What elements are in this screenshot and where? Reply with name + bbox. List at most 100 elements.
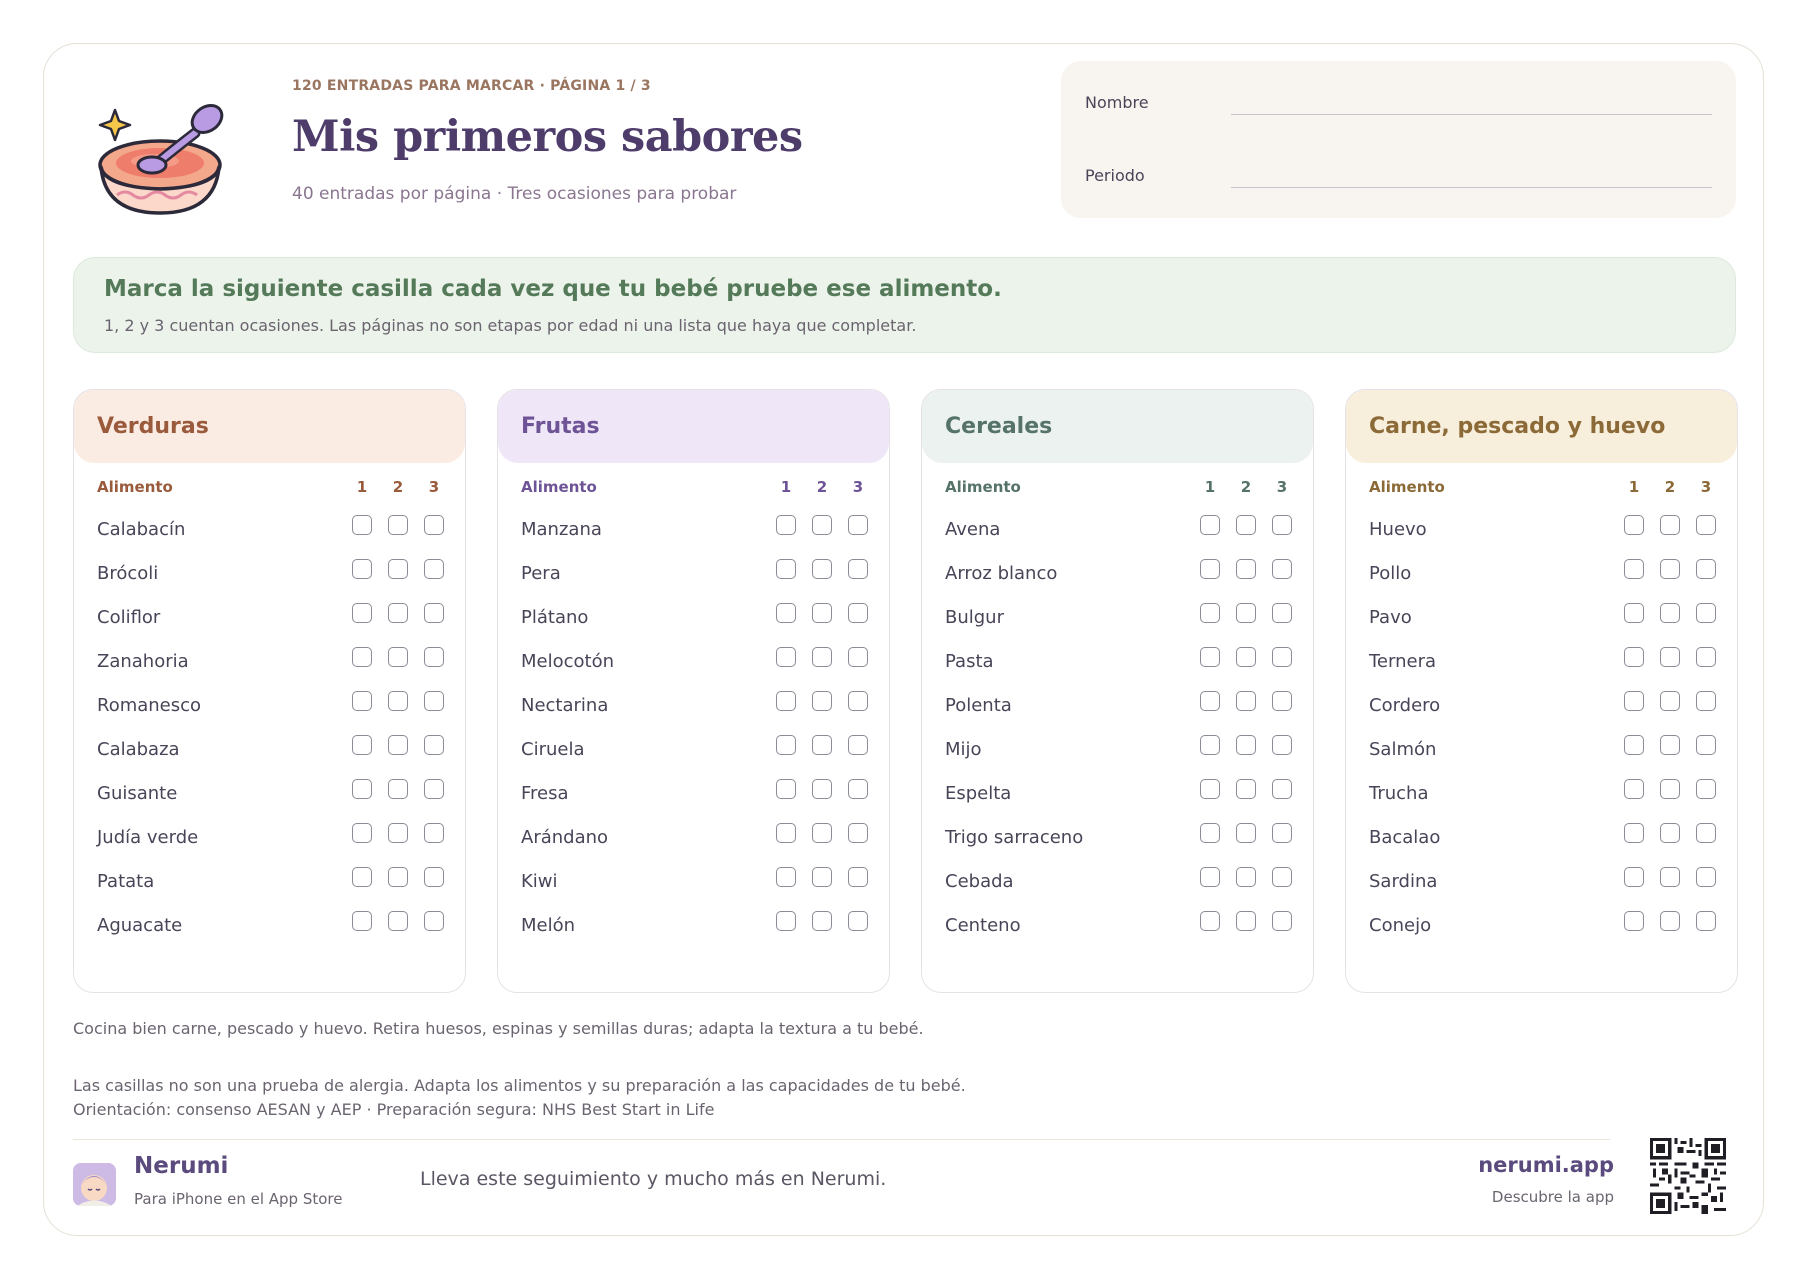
tasting-checkbox-1[interactable] (1624, 647, 1644, 667)
tasting-checkbox-2[interactable] (1236, 603, 1256, 623)
tasting-checkbox-2[interactable] (812, 911, 832, 931)
tasting-checkbox-1[interactable] (776, 515, 796, 535)
tasting-checkbox-2[interactable] (388, 515, 408, 535)
tasting-checkbox-2[interactable] (1660, 779, 1680, 799)
tasting-checkbox-3[interactable] (424, 515, 444, 535)
tasting-checkbox-1[interactable] (1624, 559, 1644, 579)
tasting-checkbox-1[interactable] (352, 559, 372, 579)
tasting-checkbox-1[interactable] (1200, 867, 1220, 887)
tasting-checkbox-2[interactable] (1236, 823, 1256, 843)
tasting-checkbox-2[interactable] (1236, 691, 1256, 711)
tasting-checkbox-1[interactable] (352, 735, 372, 755)
tasting-checkbox-3[interactable] (1272, 603, 1292, 623)
tasting-checkbox-1[interactable] (352, 691, 372, 711)
tasting-checkbox-3[interactable] (848, 867, 868, 887)
tasting-checkbox-3[interactable] (1272, 867, 1292, 887)
tasting-checkbox-2[interactable] (812, 647, 832, 667)
site-link[interactable]: nerumi.app (1478, 1153, 1614, 1177)
tasting-checkbox-1[interactable] (776, 647, 796, 667)
tasting-checkbox-3[interactable] (1696, 603, 1716, 623)
tasting-checkbox-3[interactable] (1272, 911, 1292, 931)
tasting-checkbox-1[interactable] (1624, 911, 1644, 931)
tasting-checkbox-2[interactable] (388, 735, 408, 755)
tasting-checkbox-1[interactable] (352, 647, 372, 667)
tasting-checkbox-3[interactable] (1696, 823, 1716, 843)
tasting-checkbox-1[interactable] (1624, 603, 1644, 623)
tasting-checkbox-3[interactable] (1272, 647, 1292, 667)
tasting-checkbox-2[interactable] (812, 735, 832, 755)
tasting-checkbox-3[interactable] (848, 691, 868, 711)
tasting-checkbox-3[interactable] (424, 691, 444, 711)
tasting-checkbox-1[interactable] (776, 779, 796, 799)
tasting-checkbox-2[interactable] (812, 823, 832, 843)
tasting-checkbox-1[interactable] (776, 559, 796, 579)
name-field[interactable] (1231, 114, 1712, 115)
tasting-checkbox-1[interactable] (776, 603, 796, 623)
tasting-checkbox-2[interactable] (1660, 691, 1680, 711)
tasting-checkbox-2[interactable] (812, 691, 832, 711)
tasting-checkbox-2[interactable] (1660, 559, 1680, 579)
tasting-checkbox-3[interactable] (848, 647, 868, 667)
tasting-checkbox-2[interactable] (812, 559, 832, 579)
tasting-checkbox-1[interactable] (352, 515, 372, 535)
tasting-checkbox-1[interactable] (776, 823, 796, 843)
tasting-checkbox-2[interactable] (1660, 603, 1680, 623)
tasting-checkbox-1[interactable] (352, 779, 372, 799)
tasting-checkbox-1[interactable] (776, 735, 796, 755)
tasting-checkbox-2[interactable] (1660, 647, 1680, 667)
tasting-checkbox-2[interactable] (1236, 867, 1256, 887)
tasting-checkbox-1[interactable] (1200, 735, 1220, 755)
tasting-checkbox-3[interactable] (1696, 647, 1716, 667)
tasting-checkbox-3[interactable] (424, 867, 444, 887)
tasting-checkbox-3[interactable] (1696, 911, 1716, 931)
tasting-checkbox-2[interactable] (388, 647, 408, 667)
tasting-checkbox-3[interactable] (1696, 515, 1716, 535)
tasting-checkbox-1[interactable] (776, 867, 796, 887)
tasting-checkbox-2[interactable] (1660, 867, 1680, 887)
tasting-checkbox-2[interactable] (812, 867, 832, 887)
tasting-checkbox-1[interactable] (1200, 911, 1220, 931)
tasting-checkbox-1[interactable] (776, 691, 796, 711)
tasting-checkbox-2[interactable] (1236, 735, 1256, 755)
tasting-checkbox-2[interactable] (1236, 647, 1256, 667)
tasting-checkbox-1[interactable] (1624, 735, 1644, 755)
tasting-checkbox-1[interactable] (352, 603, 372, 623)
tasting-checkbox-1[interactable] (1624, 867, 1644, 887)
tasting-checkbox-1[interactable] (1200, 823, 1220, 843)
tasting-checkbox-2[interactable] (1236, 779, 1256, 799)
tasting-checkbox-3[interactable] (848, 603, 868, 623)
tasting-checkbox-2[interactable] (812, 603, 832, 623)
tasting-checkbox-3[interactable] (424, 735, 444, 755)
tasting-checkbox-3[interactable] (424, 911, 444, 931)
tasting-checkbox-3[interactable] (1696, 779, 1716, 799)
tasting-checkbox-2[interactable] (1660, 515, 1680, 535)
tasting-checkbox-3[interactable] (424, 647, 444, 667)
tasting-checkbox-3[interactable] (424, 779, 444, 799)
period-field[interactable] (1231, 187, 1712, 188)
tasting-checkbox-1[interactable] (776, 911, 796, 931)
tasting-checkbox-3[interactable] (1272, 691, 1292, 711)
tasting-checkbox-3[interactable] (848, 735, 868, 755)
tasting-checkbox-2[interactable] (1236, 911, 1256, 931)
tasting-checkbox-2[interactable] (1236, 515, 1256, 535)
tasting-checkbox-2[interactable] (388, 559, 408, 579)
tasting-checkbox-1[interactable] (1624, 779, 1644, 799)
tasting-checkbox-1[interactable] (1200, 603, 1220, 623)
tasting-checkbox-2[interactable] (1236, 559, 1256, 579)
tasting-checkbox-1[interactable] (352, 867, 372, 887)
tasting-checkbox-2[interactable] (388, 867, 408, 887)
tasting-checkbox-2[interactable] (388, 779, 408, 799)
tasting-checkbox-3[interactable] (1696, 867, 1716, 887)
tasting-checkbox-2[interactable] (388, 823, 408, 843)
tasting-checkbox-3[interactable] (848, 779, 868, 799)
tasting-checkbox-1[interactable] (1200, 779, 1220, 799)
tasting-checkbox-2[interactable] (388, 691, 408, 711)
tasting-checkbox-3[interactable] (424, 603, 444, 623)
tasting-checkbox-3[interactable] (1272, 779, 1292, 799)
tasting-checkbox-1[interactable] (1200, 559, 1220, 579)
tasting-checkbox-3[interactable] (1696, 691, 1716, 711)
tasting-checkbox-3[interactable] (848, 559, 868, 579)
tasting-checkbox-2[interactable] (1660, 735, 1680, 755)
tasting-checkbox-1[interactable] (1200, 515, 1220, 535)
tasting-checkbox-3[interactable] (848, 911, 868, 931)
